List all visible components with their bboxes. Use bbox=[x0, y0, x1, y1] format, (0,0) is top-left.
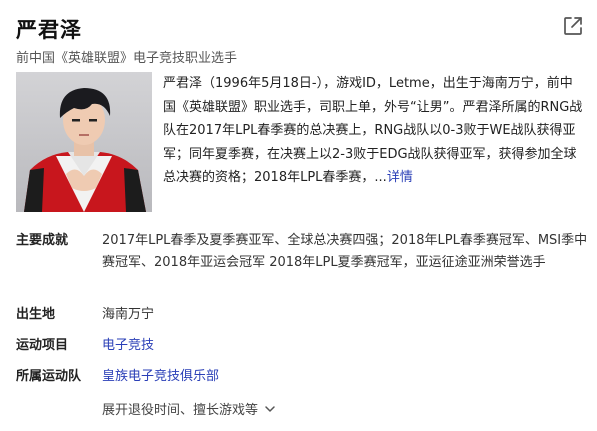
fact-label: 所属运动队 bbox=[16, 369, 82, 384]
fact-row-achievements: 主要成就 2017年LPL春季及夏季赛亚军、全球总决赛四强；2018年LPL春季… bbox=[16, 230, 591, 298]
fact-label: 主要成就 bbox=[16, 233, 69, 248]
fact-value[interactable]: 皇族电子竞技俱乐部 bbox=[102, 366, 591, 388]
fact-value[interactable]: 电子竞技 bbox=[102, 335, 591, 357]
fact-value: 海南万宁 bbox=[102, 307, 155, 322]
share-icon[interactable] bbox=[561, 14, 585, 38]
fact-value: 2017年LPL春季及夏季赛亚军、全球总决赛四强；2018年LPL春季赛冠军、M… bbox=[102, 233, 588, 270]
page-title: 严君泽 bbox=[16, 18, 82, 42]
fact-row-birthplace: 出生地 海南万宁 bbox=[16, 304, 591, 326]
profile-photo[interactable] bbox=[16, 72, 152, 212]
page-subtitle: 前中国《英雄联盟》电子竞技职业选手 bbox=[16, 51, 238, 66]
expand-label: 展开退役时间、擅长游戏等 bbox=[102, 403, 259, 418]
summary-text: 严君泽（1996年5月18日-），游戏ID，Letme，出生于海南万宁，前中国《… bbox=[163, 72, 583, 190]
fact-row-sport: 运动项目 电子竞技 bbox=[16, 335, 591, 357]
expand-more-button[interactable]: 展开退役时间、擅长游戏等 bbox=[102, 399, 276, 418]
details-link[interactable]: 详情 bbox=[387, 170, 413, 185]
fact-label: 运动项目 bbox=[16, 338, 69, 353]
fact-row-team: 所属运动队 皇族电子竞技俱乐部 bbox=[16, 366, 591, 388]
summary-body: 严君泽（1996年5月18日-），游戏ID，Letme，出生于海南万宁，前中国《… bbox=[163, 76, 583, 186]
fact-label: 出生地 bbox=[16, 307, 56, 322]
chevron-down-icon bbox=[265, 405, 275, 412]
